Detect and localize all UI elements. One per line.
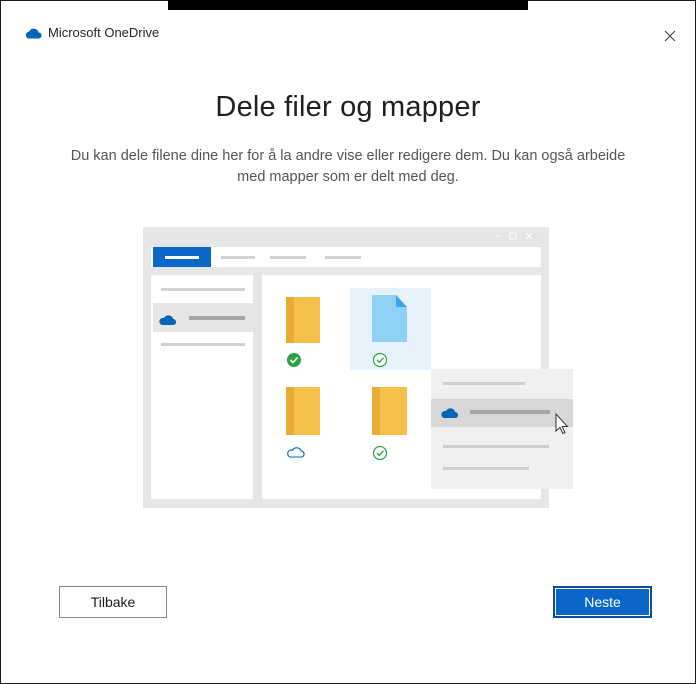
folder-icon [286, 387, 320, 435]
file-icon [372, 295, 407, 342]
back-button[interactable]: Tilbake [59, 586, 167, 618]
close-icon [664, 30, 676, 42]
illustration [143, 227, 573, 508]
folder-icon [372, 387, 407, 435]
app-title: Microsoft OneDrive [24, 25, 159, 40]
folder-icon [286, 297, 320, 343]
check-icon [372, 352, 388, 368]
page-title: Dele filer og mapper [215, 91, 481, 123]
check-icon [372, 445, 388, 461]
app-title-label: Microsoft OneDrive [48, 25, 160, 40]
close-button[interactable] [658, 24, 682, 48]
check-icon [287, 353, 301, 367]
page-description: Du kan dele filene dine her for å la and… [70, 148, 626, 185]
onedrive-cloud-icon [25, 28, 42, 39]
window-top-edge [168, 0, 528, 10]
next-button[interactable]: Neste [553, 586, 652, 618]
illustration-context-menu [431, 369, 573, 489]
